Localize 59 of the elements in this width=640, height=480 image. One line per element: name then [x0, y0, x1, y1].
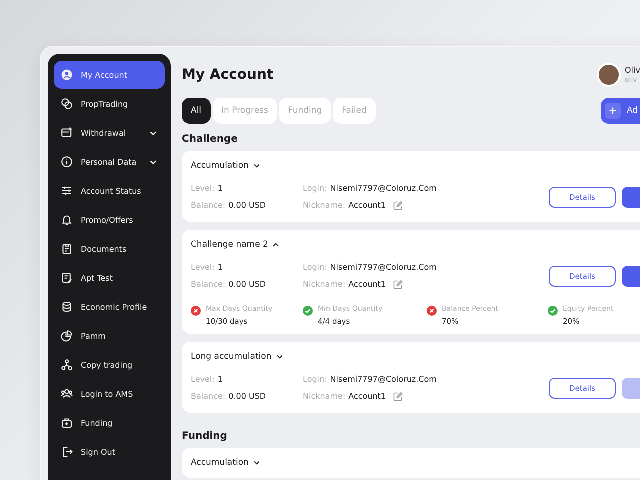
section-heading: Challenge — [182, 134, 239, 145]
avatar[interactable] — [597, 63, 621, 87]
card-icon — [61, 127, 73, 139]
account-field: Balance: 0.00 USD — [191, 276, 266, 293]
sidebar-item[interactable]: My Account — [54, 61, 165, 89]
sidebar-item[interactable]: Apt Test — [54, 264, 165, 292]
sidebar-item[interactable]: Economic Profile — [54, 293, 165, 321]
section-heading: Funding — [182, 431, 228, 442]
chevron-down-icon — [276, 353, 284, 361]
account-name[interactable]: Accumulation — [191, 159, 261, 173]
account-field: Nickname: Account1 — [303, 197, 404, 214]
sidebar-item[interactable]: Copy trading — [54, 351, 165, 379]
account-field: Nickname: Account1 — [303, 276, 404, 293]
clipboard-icon — [61, 243, 73, 255]
account-field: Balance: 0.00 USD — [191, 388, 266, 405]
sliders-icon — [61, 185, 73, 197]
account-field: Login: Nisemi7797@Coloruz.Com — [303, 371, 437, 388]
network-icon — [61, 359, 73, 371]
database-icon — [61, 301, 73, 313]
sign-out-icon — [61, 446, 73, 458]
sidebar-item[interactable]: Sign Out — [54, 438, 165, 466]
sidebar-item[interactable]: Personal Data — [54, 148, 165, 176]
account-name[interactable]: Accumulation — [191, 456, 261, 470]
account-name[interactable]: Long accumulation — [191, 350, 284, 364]
sidebar-item[interactable]: Withdrawal — [54, 119, 165, 147]
account-field: Level: 1 — [191, 259, 223, 276]
chevron-up-icon — [272, 241, 280, 249]
sidebar-item[interactable]: Funding — [54, 409, 165, 437]
sidebar-item[interactable]: Promo/Offers — [54, 206, 165, 234]
sidebar-item[interactable]: Account Status — [54, 177, 165, 205]
edit-icon[interactable] — [393, 200, 404, 210]
account-field: Balance: 0.00 USD — [191, 197, 266, 214]
edit-icon[interactable] — [393, 392, 404, 402]
users-icon — [61, 388, 73, 400]
user-circle-icon — [61, 69, 73, 81]
account-name[interactable]: Challenge name 2 — [191, 238, 280, 252]
account-field: Level: 1 — [191, 180, 223, 197]
edit-icon[interactable] — [393, 280, 404, 290]
add-button[interactable]: Ad — [601, 98, 640, 124]
sidebar-item[interactable]: PropTrading — [54, 90, 165, 118]
page-title: My Account — [182, 67, 274, 83]
sidebar-item[interactable]: Pamm — [54, 322, 165, 350]
user-name: Oliv — [625, 66, 640, 76]
filter-tab[interactable]: All — [182, 98, 211, 124]
chevron-down-icon — [252, 162, 261, 170]
sidebar-item[interactable]: Documents — [54, 235, 165, 263]
document-icon — [61, 272, 73, 284]
account-field: Login: Nisemi7797@Coloruz.Com — [303, 180, 437, 197]
info-icon — [61, 156, 73, 168]
account-field: Nickname: Account1 — [303, 388, 404, 405]
briefcase-icon — [61, 417, 73, 429]
sidebar-item[interactable]: Login to AMS — [54, 380, 165, 408]
account-field: Login: Nisemi7797@Coloruz.Com — [303, 259, 437, 276]
account-field: Level: 1 — [191, 371, 223, 388]
bell-icon — [61, 214, 73, 226]
coins-icon — [61, 98, 73, 110]
chevron-down-icon — [252, 459, 261, 467]
pie-chart-icon — [61, 330, 73, 342]
plus-icon — [605, 103, 621, 119]
